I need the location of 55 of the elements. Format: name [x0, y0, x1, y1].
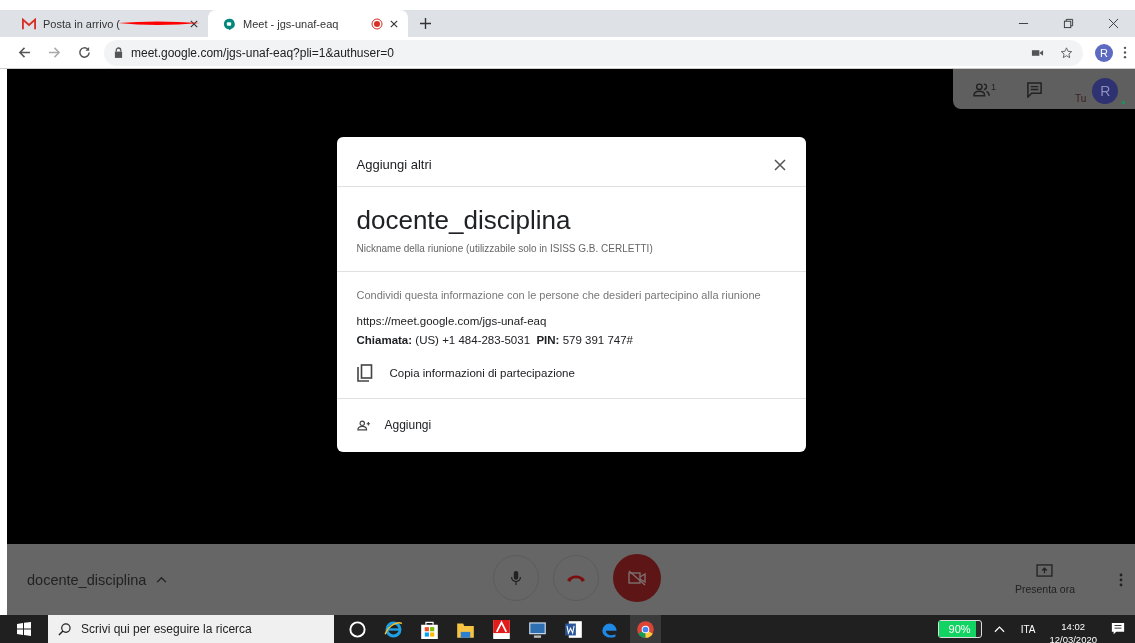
- word-icon[interactable]: [564, 619, 583, 639]
- adobe-reader-icon[interactable]: [492, 619, 511, 639]
- internet-explorer-icon[interactable]: [384, 619, 403, 639]
- url-text: meet.google.com/jgs-unaf-eaq?pli=1&authuser=0: [131, 45, 394, 60]
- recording-icon: [371, 17, 383, 30]
- notifications-icon[interactable]: [1111, 622, 1125, 636]
- monitor-icon[interactable]: [528, 619, 547, 639]
- store-bag-icon[interactable]: [420, 619, 439, 639]
- close-icon[interactable]: [1108, 18, 1119, 29]
- windows-start-icon[interactable]: [17, 622, 31, 636]
- status-dot: [1122, 100, 1126, 104]
- tab-title: Posta in arrivo (: [43, 17, 121, 30]
- lock-icon: [114, 47, 123, 58]
- cortana-icon[interactable]: [348, 619, 367, 639]
- chrome-taskbar-button[interactable]: [630, 615, 661, 643]
- mail-icon: [22, 17, 36, 30]
- share-instructions: Condividi questa informazione con le persone che desideri partecipino alla riunione: [356, 289, 762, 301]
- dial-in-info: Chiamata: (US) +1 484-283-5031 PIN: 579 391 747#: [356, 334, 634, 346]
- people-icon: [973, 81, 991, 97]
- caret-icon: [156, 576, 168, 583]
- self-label: Tu: [1075, 92, 1087, 104]
- close-icon[interactable]: [190, 19, 198, 28]
- add-people-button[interactable]: Aggiungi: [336, 399, 806, 452]
- language-indicator[interactable]: ITA: [1020, 623, 1036, 635]
- close-icon[interactable]: [773, 158, 786, 171]
- add-person-icon: [356, 419, 371, 431]
- self-avatar: R: [1092, 77, 1119, 104]
- profile-avatar[interactable]: R: [1095, 43, 1113, 62]
- address-field[interactable]: meet.google.com/jgs-unaf-eaq?pli=1&authuser=0: [104, 39, 1083, 66]
- tab-title: Meet - jgs-unaf-eaq: [243, 17, 339, 30]
- reload-icon[interactable]: [78, 46, 91, 59]
- star-icon[interactable]: [1060, 46, 1073, 59]
- camera-off-icon: [627, 570, 647, 586]
- browser-tab[interactable]: Meet - jgs-unaf-eaq: [208, 10, 408, 37]
- more-options-icon[interactable]: [1119, 572, 1123, 587]
- chat-bubble-icon: [222, 17, 236, 30]
- search-icon: [58, 622, 71, 636]
- clock[interactable]: 14:02 12/03/2020: [1049, 620, 1097, 643]
- close-icon[interactable]: [390, 19, 398, 28]
- new-tab-icon[interactable]: [420, 18, 431, 29]
- dialog-title: Aggiungi altri: [356, 157, 432, 172]
- taskbar-search-field[interactable]: Scrivi qui per eseguire la ricerca: [48, 615, 334, 643]
- restore-icon[interactable]: [1063, 18, 1074, 29]
- caret-icon[interactable]: [993, 625, 1005, 633]
- copy-icon: [356, 364, 373, 382]
- chat-icon[interactable]: [1026, 80, 1043, 98]
- present-icon: [1036, 564, 1054, 577]
- back-icon[interactable]: [18, 46, 31, 59]
- meeting-name: docente_disciplina: [356, 205, 572, 236]
- copy-info-button[interactable]: Copia informazioni di partecipazione: [356, 364, 786, 382]
- nickname-note: Nickname della riunione (utilizzabile solo in ISISS G.B. CERLETTI): [356, 243, 654, 254]
- chrome-icon: [636, 619, 655, 639]
- browser-tab[interactable]: Posta in arrivo (: [8, 10, 208, 37]
- participant-count: 1: [991, 81, 996, 92]
- menu-icon[interactable]: [1123, 46, 1127, 59]
